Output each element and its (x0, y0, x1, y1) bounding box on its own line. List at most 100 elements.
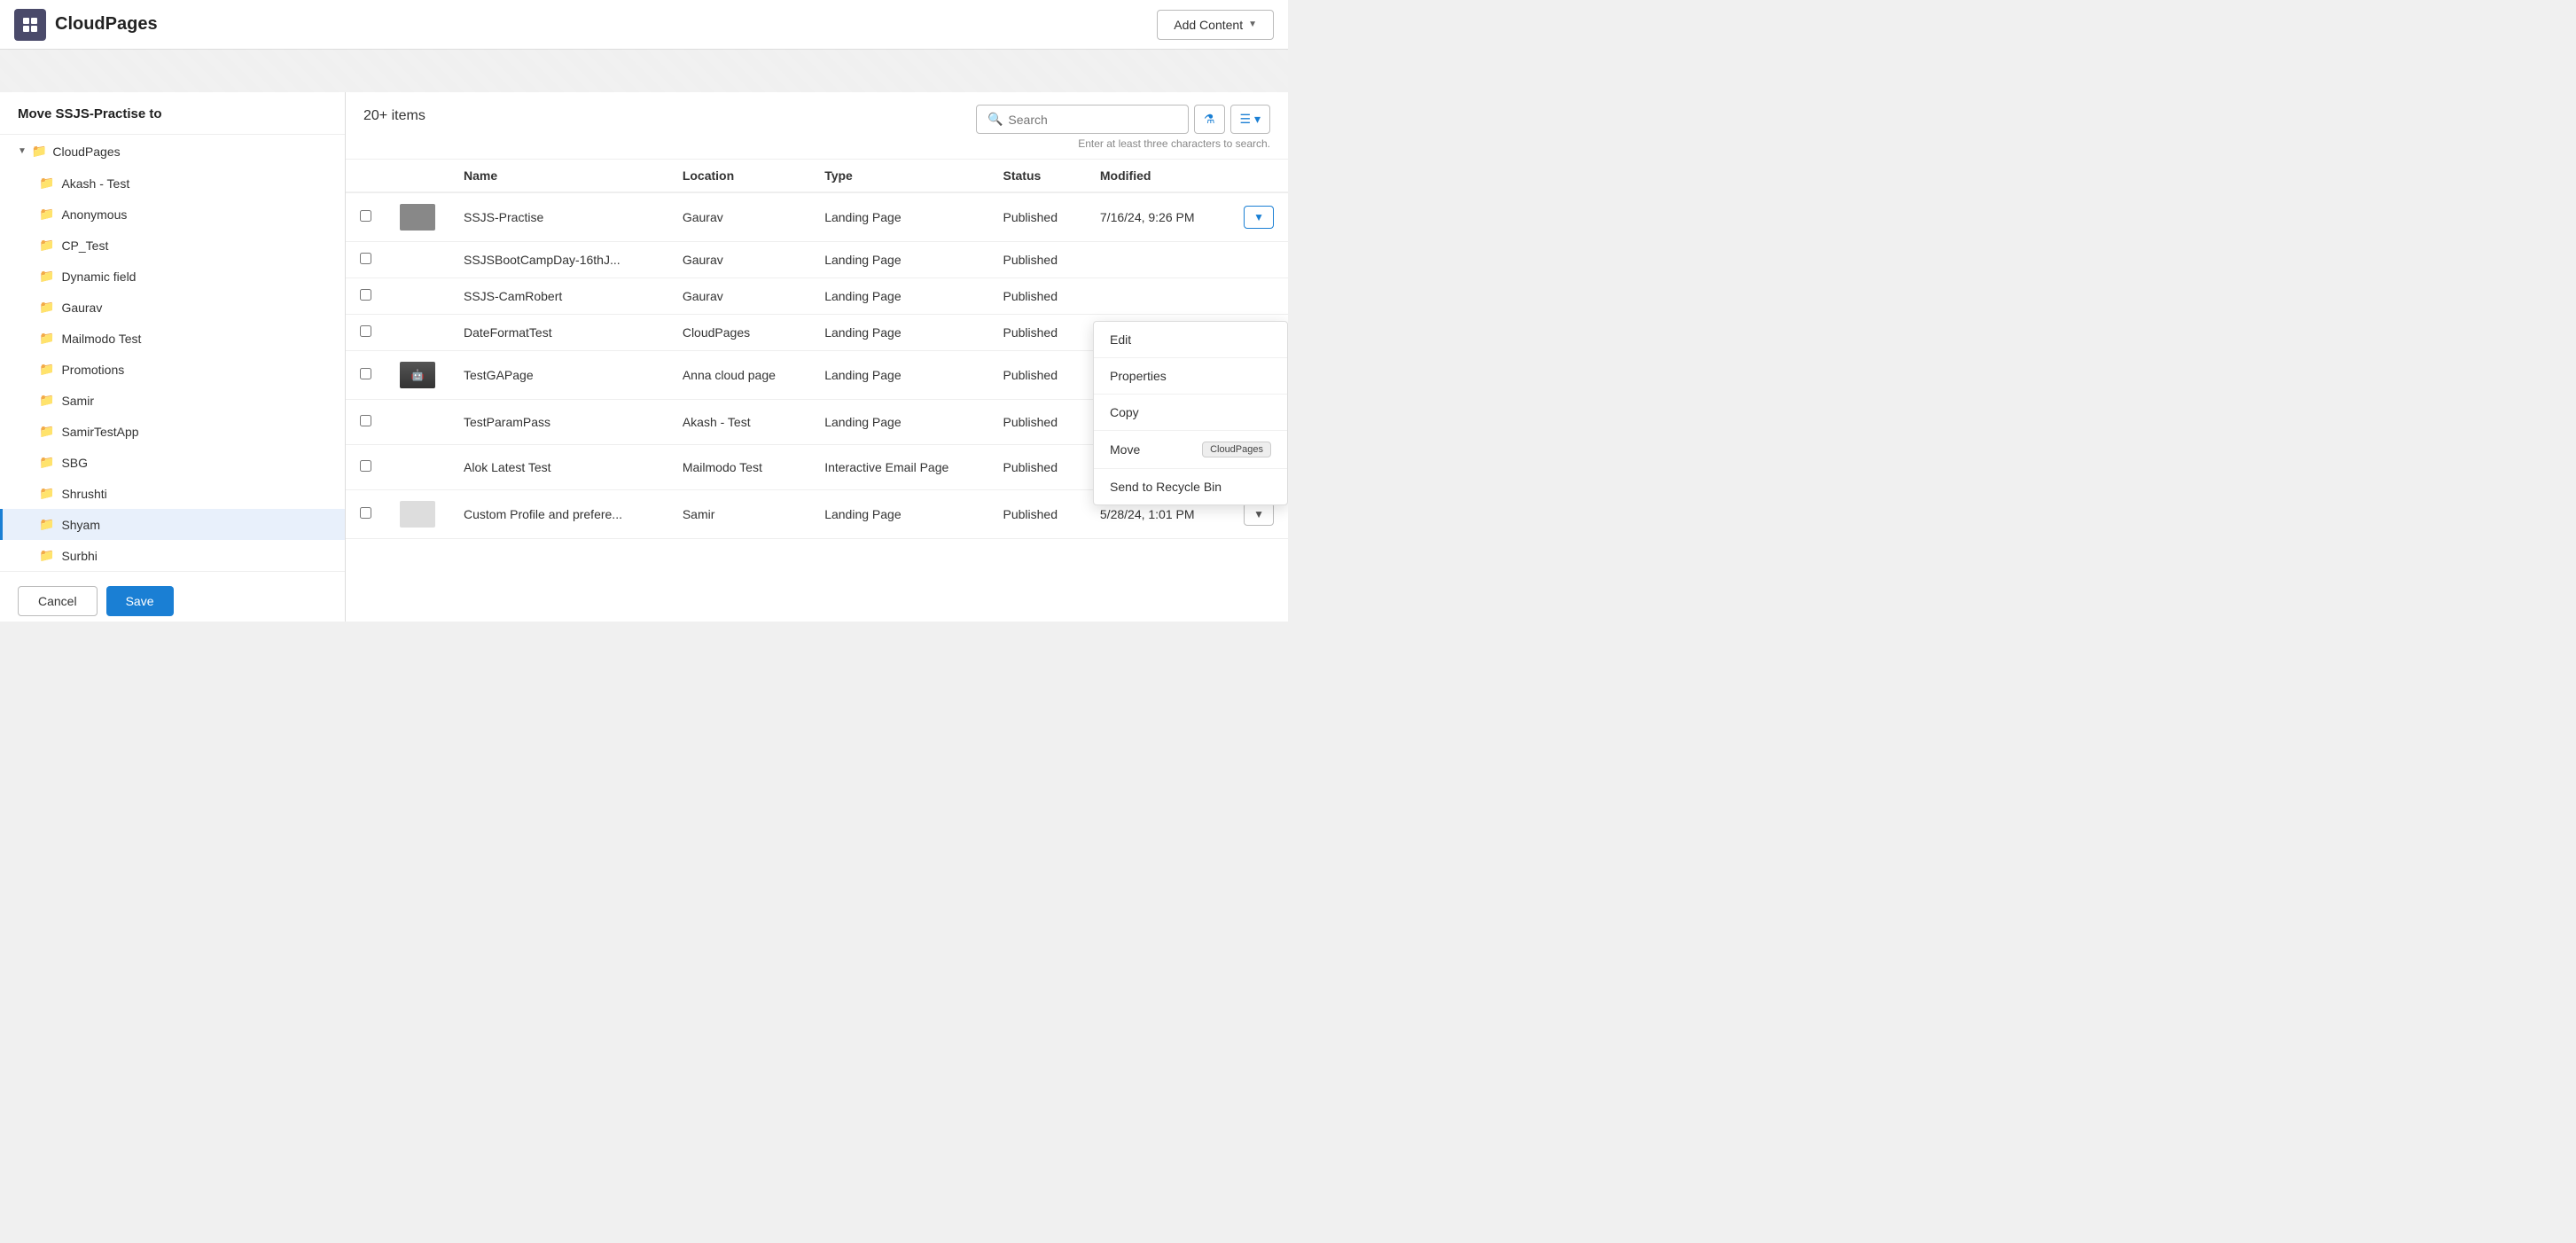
row-checkbox[interactable] (360, 210, 371, 222)
view-button[interactable]: ☰ ▾ (1230, 105, 1270, 134)
row-checkbox[interactable] (360, 289, 371, 301)
tree-item-surbhi[interactable]: 📁 Surbhi (0, 540, 345, 571)
tree-item-shyam[interactable]: 📁 Shyam (0, 509, 345, 540)
folder-icon: 📁 (39, 300, 54, 315)
row-type: Landing Page (810, 490, 988, 539)
row-name: SSJSBootCampDay-16thJ... (449, 242, 668, 278)
tree-item-samir[interactable]: 📁 Samir (0, 385, 345, 416)
cancel-button[interactable]: Cancel (18, 586, 98, 616)
search-hint: Enter at least three characters to searc… (1078, 137, 1270, 150)
row-location: Mailmodo Test (668, 445, 810, 490)
tree-item-gaurav[interactable]: 📁 Gaurav (0, 292, 345, 323)
tree-items-container: 📁 Akash - Test 📁 Anonymous 📁 CP_Test 📁 D… (0, 168, 345, 571)
context-menu-recycle[interactable]: Send to Recycle Bin (1094, 469, 1287, 504)
move-tooltip-badge: CloudPages (1202, 442, 1271, 457)
tree-item-samir-test-app[interactable]: 📁 SamirTestApp (0, 416, 345, 447)
panel-footer: Cancel Save (0, 571, 345, 622)
row-status: Published (989, 445, 1086, 490)
row-type: Landing Page (810, 192, 988, 242)
row-location: Anna cloud page (668, 351, 810, 400)
folder-icon: 📁 (39, 455, 54, 470)
tree-item-cp-test[interactable]: 📁 CP_Test (0, 230, 345, 261)
col-status: Status (989, 160, 1086, 192)
row-checkbox[interactable] (360, 460, 371, 472)
row-name: Custom Profile and prefere... (449, 490, 668, 539)
row-status: Published (989, 192, 1086, 242)
search-box[interactable]: 🔍 (976, 105, 1189, 134)
search-input[interactable] (1008, 113, 1177, 127)
row-modified (1086, 278, 1229, 315)
row-location: Gaurav (668, 278, 810, 315)
row-checkbox[interactable] (360, 368, 371, 379)
filter-button[interactable]: ⚗ (1194, 105, 1225, 134)
row-status: Published (989, 490, 1086, 539)
row-action-button[interactable]: ▼ (1244, 503, 1274, 526)
tree-item-mailmodo-test[interactable]: 📁 Mailmodo Test (0, 323, 345, 354)
tree-root-label: CloudPages (52, 145, 120, 159)
tree-root-chevron-icon: ▼ (18, 146, 27, 156)
add-content-button[interactable]: Add Content ▼ (1157, 10, 1274, 40)
right-panel: 20+ items 🔍 ⚗ ☰ ▾ Enter at least three c… (346, 92, 1288, 622)
tree-item-anonymous[interactable]: 📁 Anonymous (0, 199, 345, 230)
search-area: 🔍 ⚗ ☰ ▾ Enter at least three characters … (976, 105, 1270, 150)
context-menu: Edit Properties Copy Move CloudPages Sen… (1093, 321, 1288, 505)
row-name: TestParamPass (449, 400, 668, 445)
tree-item-label: SamirTestApp (61, 425, 138, 439)
tree-item-shrushti[interactable]: 📁 Shrushti (0, 478, 345, 509)
items-count: 20+ items (363, 105, 425, 124)
tree-root[interactable]: ▼ 📁 CloudPages (0, 135, 345, 168)
row-modified (1086, 242, 1229, 278)
tree-item-label: Dynamic field (61, 270, 136, 284)
tree-item-sbg[interactable]: 📁 SBG (0, 447, 345, 478)
tree-item-label: Shyam (61, 518, 100, 532)
row-thumbnail (400, 501, 435, 528)
col-modified: Modified (1086, 160, 1229, 192)
row-type: Landing Page (810, 400, 988, 445)
tree-root-folder-icon: 📁 (32, 144, 47, 159)
row-type: Landing Page (810, 278, 988, 315)
row-checkbox[interactable] (360, 415, 371, 426)
row-status: Published (989, 278, 1086, 315)
folder-icon: 📁 (39, 269, 54, 284)
folder-icon: 📁 (39, 548, 54, 563)
tree-item-promotions[interactable]: 📁 Promotions (0, 354, 345, 385)
save-button[interactable]: Save (106, 586, 174, 616)
app-title: CloudPages (55, 14, 158, 35)
left-panel: Move SSJS-Practise to ▼ 📁 CloudPages 📁 A… (0, 92, 346, 622)
table-row: SSJS-CamRobert Gaurav Landing Page Publi… (346, 278, 1288, 315)
col-location: Location (668, 160, 810, 192)
row-type: Interactive Email Page (810, 445, 988, 490)
tree-item-label: Mailmodo Test (61, 332, 141, 346)
row-modified: 7/16/24, 9:26 PM (1086, 192, 1229, 242)
context-menu-properties[interactable]: Properties (1094, 358, 1287, 395)
row-name: SSJS-Practise (449, 192, 668, 242)
row-name: SSJS-CamRobert (449, 278, 668, 315)
row-checkbox[interactable] (360, 507, 371, 519)
col-name: Name (449, 160, 668, 192)
row-thumbnail: 🤖 (400, 362, 435, 388)
add-content-chevron-icon: ▼ (1248, 20, 1257, 29)
tree-item-label: Promotions (61, 363, 124, 377)
context-menu-move[interactable]: Move CloudPages (1094, 431, 1287, 469)
panel-title: Move SSJS-Practise to (0, 106, 345, 135)
row-location: Gaurav (668, 242, 810, 278)
row-checkbox[interactable] (360, 325, 371, 337)
folder-icon: 📁 (39, 486, 54, 501)
search-icon: 🔍 (987, 112, 1003, 127)
row-name: Alok Latest Test (449, 445, 668, 490)
tree-item-label: Akash - Test (61, 176, 129, 191)
context-menu-edit[interactable]: Edit (1094, 322, 1287, 358)
tree-item-akash-test[interactable]: 📁 Akash - Test (0, 168, 345, 199)
tree-item-dynamic-field[interactable]: 📁 Dynamic field (0, 261, 345, 292)
row-status: Published (989, 242, 1086, 278)
col-type: Type (810, 160, 988, 192)
col-action (1229, 160, 1288, 192)
context-menu-copy[interactable]: Copy (1094, 395, 1287, 431)
row-checkbox[interactable] (360, 253, 371, 264)
app-header: CloudPages Add Content ▼ (0, 0, 1288, 50)
col-thumb (386, 160, 449, 192)
col-checkbox (346, 160, 386, 192)
folder-icon: 📁 (39, 238, 54, 253)
row-action-dropdown-button[interactable]: ▼ (1244, 206, 1274, 229)
tree-item-label: Gaurav (61, 301, 102, 315)
